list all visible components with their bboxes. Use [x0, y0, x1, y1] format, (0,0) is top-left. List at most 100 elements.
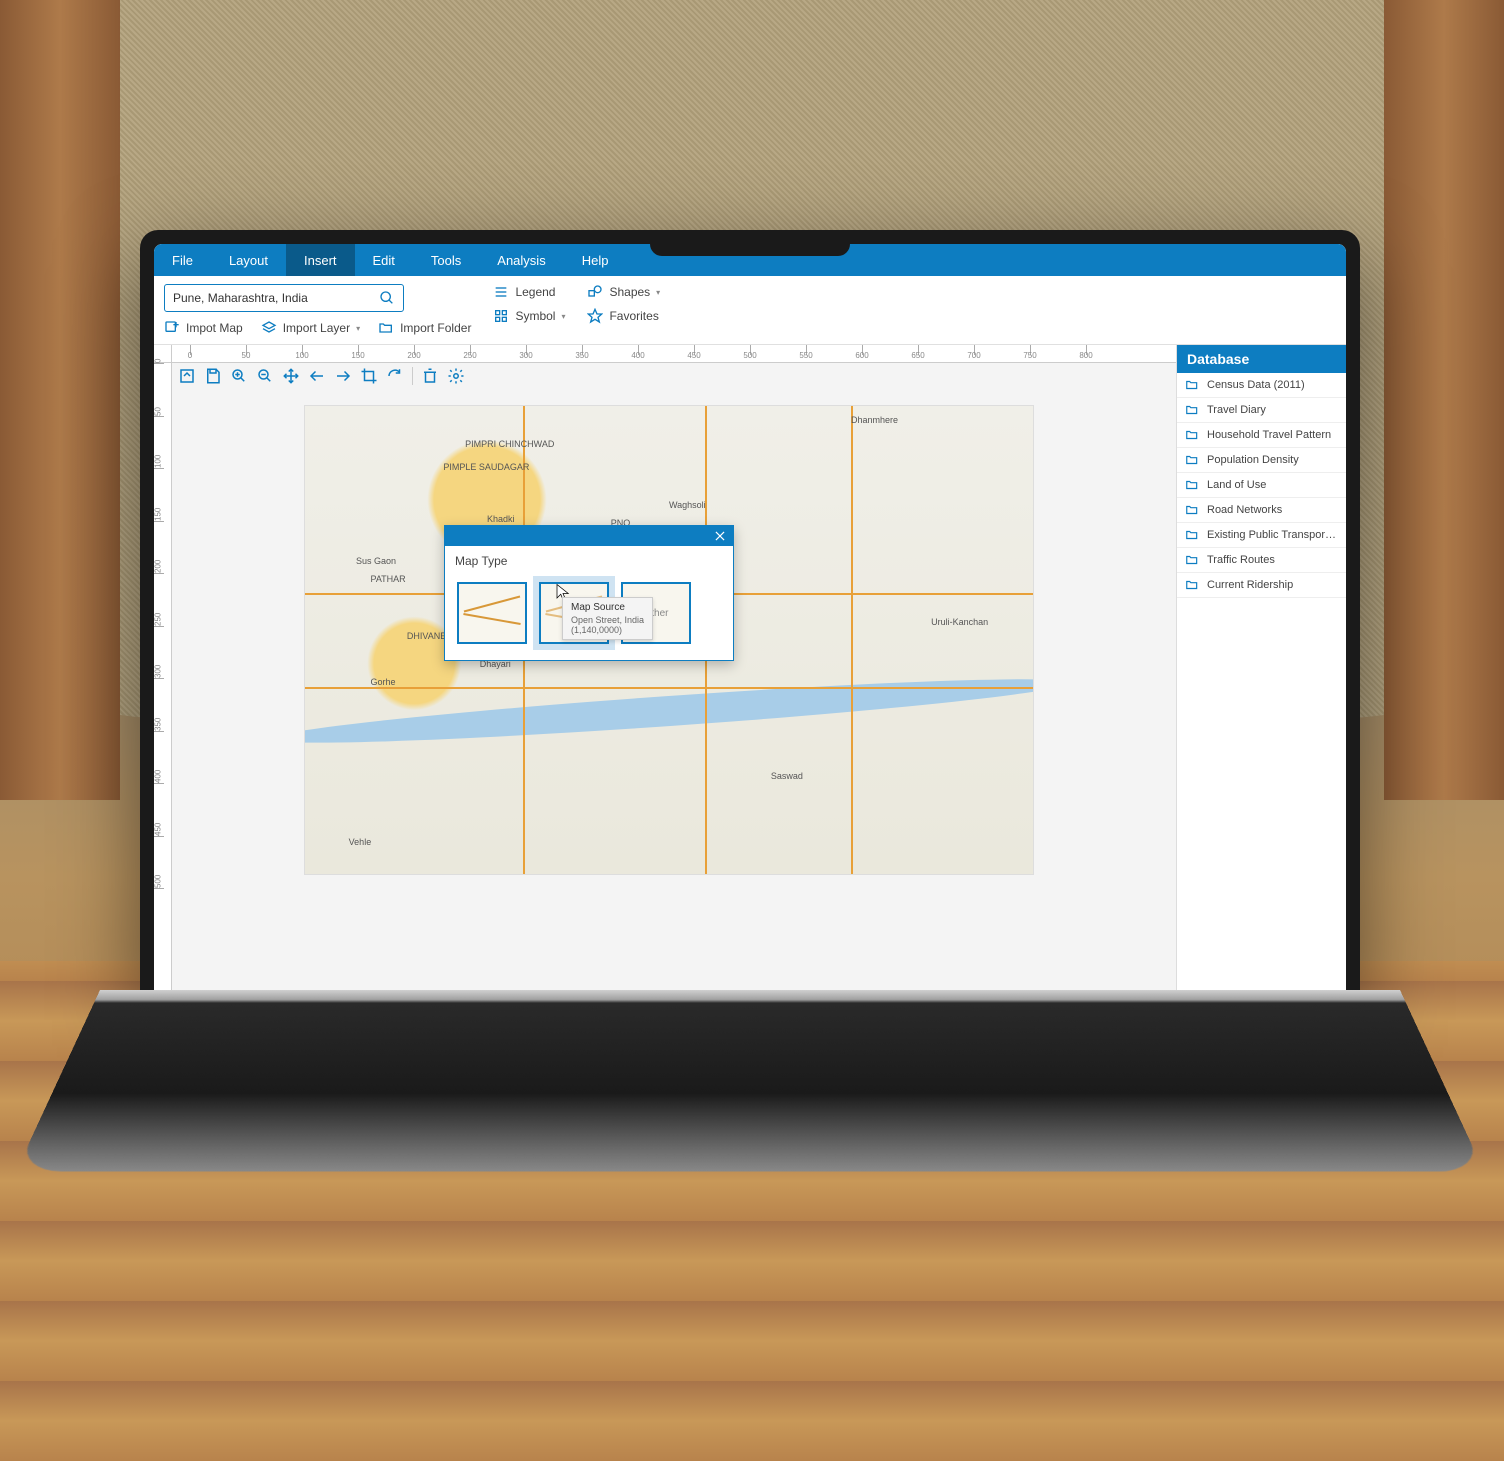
- gis-app: File Layout Insert Edit Tools Analysis H…: [154, 244, 1346, 990]
- database-item[interactable]: Road Networks: [1177, 498, 1346, 523]
- layers-icon: [261, 320, 277, 336]
- move-icon: [282, 367, 300, 385]
- back-button[interactable]: [308, 367, 326, 385]
- ruler-horizontal: 0501001502002503003504004505005506006507…: [172, 345, 1176, 363]
- database-item[interactable]: Population Density: [1177, 448, 1346, 473]
- database-item[interactable]: Existing Public Transportation S: [1177, 523, 1346, 548]
- forward-button[interactable]: [334, 367, 352, 385]
- database-item-label: Existing Public Transportation S: [1207, 529, 1338, 541]
- map-type-option-streets[interactable]: [457, 582, 527, 644]
- crop-icon: [360, 367, 378, 385]
- database-item-label: Current Ridership: [1207, 579, 1293, 591]
- map-place-label: Waghsoli: [669, 500, 706, 510]
- database-item[interactable]: Census Data (2011): [1177, 373, 1346, 398]
- folder-icon: [1185, 578, 1199, 592]
- menu-layout[interactable]: Layout: [211, 244, 286, 276]
- gear-icon: [447, 367, 465, 385]
- folder-icon: [1185, 503, 1199, 517]
- symbol-button[interactable]: Symbol ▾: [493, 308, 565, 324]
- zoom-in-icon: [230, 367, 248, 385]
- open-button[interactable]: [178, 367, 196, 385]
- map-place-label: Khadki: [487, 514, 515, 524]
- database-panel: Database Census Data (2011) Travel Diary H…: [1176, 345, 1346, 990]
- trash-icon: [421, 367, 439, 385]
- database-header: Database: [1177, 345, 1346, 373]
- dropdown-caret-icon: ▾: [356, 324, 360, 333]
- delete-button[interactable]: [421, 367, 439, 385]
- favorites-button[interactable]: Favorites: [587, 308, 660, 324]
- shapes-button[interactable]: Shapes ▾: [587, 284, 660, 300]
- zoom-out-icon: [256, 367, 274, 385]
- toolbar: Impot Map Import Layer ▾ Import Folder: [154, 276, 1346, 345]
- dropdown-caret-icon: ▾: [656, 288, 660, 297]
- folder-icon: [1185, 553, 1199, 567]
- database-item[interactable]: Household Travel Pattern: [1177, 423, 1346, 448]
- canvas-toolbar: [178, 367, 465, 385]
- search-box[interactable]: [164, 284, 404, 312]
- folder-icon: [1185, 528, 1199, 542]
- tooltip-line2: (1,140,0000): [571, 625, 644, 635]
- database-item-label: Census Data (2011): [1207, 379, 1305, 391]
- map-place-label: DHIVANE: [407, 631, 446, 641]
- database-item[interactable]: Travel Diary: [1177, 398, 1346, 423]
- folder-icon: [1185, 453, 1199, 467]
- database-item[interactable]: Traffic Routes: [1177, 548, 1346, 573]
- tooltip-line1: Open Street, India: [571, 615, 644, 625]
- map-place-label: PIMPRI CHINCHWAD: [465, 439, 554, 449]
- database-item-label: Travel Diary: [1207, 404, 1266, 416]
- map-place-label: Dhanmhere: [851, 415, 898, 425]
- separator: [412, 367, 413, 385]
- symbol-label: Symbol: [515, 309, 555, 323]
- crop-button[interactable]: [360, 367, 378, 385]
- road-feature: [305, 687, 1033, 689]
- menu-tools[interactable]: Tools: [413, 244, 479, 276]
- favorites-label: Favorites: [609, 309, 658, 323]
- database-item-label: Household Travel Pattern: [1207, 429, 1331, 441]
- database-item-label: Traffic Routes: [1207, 554, 1275, 566]
- import-layer-button[interactable]: Import Layer ▾: [261, 320, 360, 336]
- folder-icon: [1185, 403, 1199, 417]
- folder-icon: [378, 320, 394, 336]
- database-item[interactable]: Current Ridership: [1177, 573, 1346, 598]
- zoom-in-button[interactable]: [230, 367, 248, 385]
- database-item-label: Road Networks: [1207, 504, 1282, 516]
- save-icon: [204, 367, 222, 385]
- zoom-out-button[interactable]: [256, 367, 274, 385]
- menu-file[interactable]: File: [154, 244, 211, 276]
- map-source-tooltip: Map Source Open Street, India (1,140,000…: [562, 597, 653, 640]
- symbol-grid-icon: [493, 308, 509, 324]
- search-input[interactable]: [173, 291, 379, 305]
- import-folder-label: Import Folder: [400, 321, 471, 335]
- save-button[interactable]: [204, 367, 222, 385]
- import-map-button[interactable]: Impot Map: [164, 320, 243, 336]
- refresh-button[interactable]: [386, 367, 404, 385]
- menu-analysis[interactable]: Analysis: [479, 244, 563, 276]
- map-plus-icon: [164, 320, 180, 336]
- database-item[interactable]: Land of Use: [1177, 473, 1346, 498]
- menu-insert[interactable]: Insert: [286, 244, 355, 276]
- river-feature: [304, 668, 1034, 754]
- dropdown-caret-icon: ▾: [561, 312, 565, 321]
- star-icon: [587, 308, 603, 324]
- road-feature: [851, 406, 853, 874]
- refresh-icon: [386, 367, 404, 385]
- map-place-label: PIMPLE SAUDAGAR: [443, 462, 529, 472]
- database-item-label: Population Density: [1207, 454, 1299, 466]
- legend-icon: [493, 284, 509, 300]
- workspace: 0501001502002503003504004505005506006507…: [154, 345, 1346, 990]
- import-map-label: Impot Map: [186, 321, 243, 335]
- database-item-label: Land of Use: [1207, 479, 1266, 491]
- menu-help[interactable]: Help: [564, 244, 627, 276]
- pan-button[interactable]: [282, 367, 300, 385]
- import-folder-button[interactable]: Import Folder: [378, 320, 471, 336]
- folder-icon: [1185, 378, 1199, 392]
- legend-button[interactable]: Legend: [493, 284, 565, 300]
- map-type-dialog: Map Type Other: [444, 525, 734, 661]
- canvas-area: 0501001502002503003504004505005506006507…: [154, 345, 1176, 990]
- settings-button[interactable]: [447, 367, 465, 385]
- search-icon[interactable]: [379, 290, 395, 306]
- close-icon[interactable]: [713, 529, 727, 543]
- map-place-label: Uruli-Kanchan: [931, 617, 988, 627]
- menu-edit[interactable]: Edit: [355, 244, 413, 276]
- folder-icon: [1185, 478, 1199, 492]
